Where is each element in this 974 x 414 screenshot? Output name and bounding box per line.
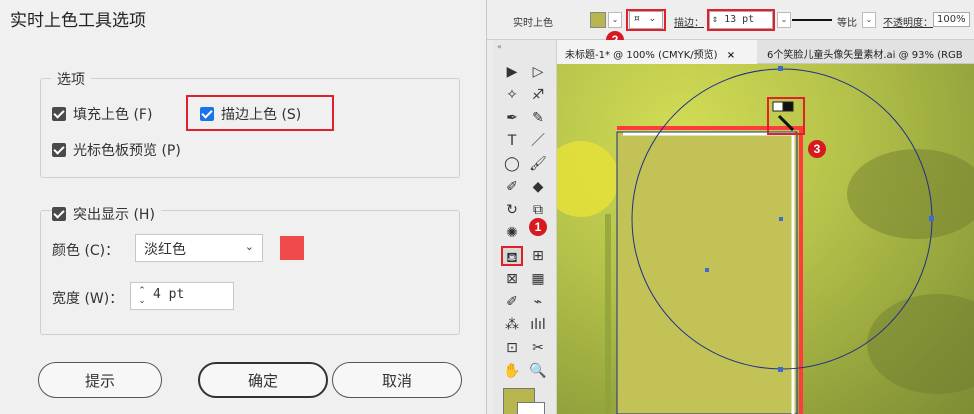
dialog-title: 实时上色工具选项 xyxy=(10,11,146,31)
blend-tool[interactable]: ⌁ xyxy=(527,292,549,312)
perspective-grid-tool[interactable]: ⊞ xyxy=(527,246,549,266)
opacity-label[interactable]: 不透明度： xyxy=(883,14,933,29)
column-graph-tool[interactable]: ılıl xyxy=(527,315,549,335)
paintbrush-tool[interactable]: 🖌 xyxy=(527,154,549,174)
highlight-color-swatch[interactable] xyxy=(280,236,304,260)
checkbox-checked-icon xyxy=(52,107,66,121)
tab-label: 6个笑脸儿童头像矢量素材.ai @ 93% (RGB xyxy=(767,50,963,61)
cursor-swatch-light xyxy=(772,101,784,112)
cursor-swatch-preview-label: 光标色板预览 (P) xyxy=(73,143,181,159)
fill-dropdown[interactable]: ⌄ xyxy=(608,12,622,28)
stroke-weight-dropdown[interactable]: ⌄ xyxy=(777,12,791,28)
cursor-swatch-dark xyxy=(782,101,794,112)
stroke-weight-label[interactable]: 描边： xyxy=(674,14,704,29)
color-label: 颜色 (C)： xyxy=(52,243,120,259)
tab-label: 未标题-1* @ 100% (CMYK/预览) xyxy=(565,50,718,61)
type-tool[interactable]: T xyxy=(501,131,523,151)
fill-paint-checkbox[interactable]: 填充上色 (F) xyxy=(52,104,152,124)
options-group-title: 选项 xyxy=(51,69,91,89)
stroke-profile-dropdown[interactable]: ⌄ xyxy=(862,12,876,28)
highlight-width-value: 4 pt xyxy=(153,287,185,302)
live-paint-bucket-tool[interactable]: ⛾ xyxy=(501,246,523,266)
step-badge-3: 3 xyxy=(808,140,826,158)
checkbox-checked-icon xyxy=(52,143,66,157)
anchor-point[interactable] xyxy=(929,216,934,221)
ellipse-tool[interactable]: ◯ xyxy=(501,154,523,174)
background-blur xyxy=(847,149,974,239)
scale-tool[interactable]: ⧉ xyxy=(527,200,549,220)
gradient-tool[interactable]: ▦ xyxy=(527,269,549,289)
center-point xyxy=(705,268,709,272)
eraser-tool[interactable]: ◆ xyxy=(527,177,549,197)
panel-collapse-icon[interactable]: « xyxy=(493,42,557,56)
line-tool[interactable]: ／ xyxy=(527,131,549,151)
direct-selection-tool[interactable]: ▷ xyxy=(527,62,549,82)
tips-button[interactable]: 提示 xyxy=(38,362,162,398)
chevron-down-icon: ⌄ xyxy=(244,240,254,253)
lasso-tool[interactable]: ♐ xyxy=(527,85,549,105)
curvature-tool[interactable]: ✎ xyxy=(527,108,549,128)
hand-tool[interactable]: ✋ xyxy=(501,361,523,381)
highlight-checkbox[interactable]: 突出显示 (H) xyxy=(52,204,161,224)
width-label: 宽度 (W)： xyxy=(52,291,124,307)
control-bar-title: 实时上色 xyxy=(513,18,553,29)
artboard-tool[interactable]: ⊡ xyxy=(501,338,523,358)
highlight-color-value: 淡红色 xyxy=(144,242,186,258)
magic-wand-tool[interactable]: ✧ xyxy=(501,85,523,105)
stroke-profile-preview xyxy=(792,19,832,21)
opacity-value[interactable]: 100% xyxy=(933,12,970,27)
fill-color-swatch[interactable] xyxy=(590,12,606,28)
artboard-canvas[interactable] xyxy=(557,64,974,414)
fill-paint-label: 填充上色 (F) xyxy=(73,107,153,123)
close-icon[interactable]: × xyxy=(727,50,735,61)
anchor-point[interactable] xyxy=(778,66,783,71)
dandelion-flower xyxy=(557,141,619,217)
checkbox-checked-icon xyxy=(52,207,66,221)
mesh-tool[interactable]: ⊠ xyxy=(501,269,523,289)
stroke-color-box[interactable] xyxy=(517,402,545,414)
tab-untitled-1[interactable]: 未标题-1* @ 100% (CMYK/预览) × xyxy=(557,40,757,64)
anchor-point[interactable] xyxy=(778,367,783,372)
stroke-swatch-highlight-box xyxy=(626,9,666,31)
puppet-warp-tool[interactable]: ✺ xyxy=(501,223,523,243)
pen-tool[interactable]: ✒ xyxy=(501,108,523,128)
highlight-color-select[interactable]: 淡红色 ⌄ xyxy=(135,234,263,262)
cursor-swatch-preview-checkbox[interactable]: 光标色板预览 (P) xyxy=(52,140,181,160)
live-paint-options-dialog: 实时上色工具选项 选项 填充上色 (F) 描边上色 (S) 光标色板预览 (P)… xyxy=(0,0,487,414)
stepper-arrows-icon[interactable]: ⌃ ⌄ xyxy=(137,286,147,306)
highlight-group xyxy=(40,210,460,335)
stroke-option-highlight-box xyxy=(186,95,334,131)
ok-button[interactable]: 确定 xyxy=(198,362,328,398)
tools-panel: « ▶▷✧♐✒✎T／◯🖌✐◆↻⧉✺⌗⛾⊞⊠▦✐⌁⁂ılıl⊡✂✋🔍 xyxy=(493,40,557,414)
background-blur xyxy=(867,294,974,394)
stroke-weight-highlight-box xyxy=(707,9,775,31)
tab-smiley-avatar-file[interactable]: 6个笑脸儿童头像矢量素材.ai @ 93% (RGB xyxy=(759,40,974,64)
center-point xyxy=(779,217,783,221)
selection-tool[interactable]: ▶ xyxy=(501,62,523,82)
step-badge-1: 1 xyxy=(529,218,547,236)
slice-tool[interactable]: ✂ xyxy=(527,338,549,358)
illustrator-window: 实时上色 ⌄ ¤ ⌄ 描边： ⇕ 13 pt ⌄ 等比 ⌄ 不透明度： 100%… xyxy=(487,0,974,414)
zoom-tool[interactable]: 🔍 xyxy=(527,361,549,381)
dandelion-stem xyxy=(605,214,611,414)
document-tabs: 未标题-1* @ 100% (CMYK/预览) × 6个笑脸儿童头像矢量素材.a… xyxy=(557,40,974,64)
artwork xyxy=(557,66,974,414)
symbol-sprayer-tool[interactable]: ⁂ xyxy=(501,315,523,335)
eyedropper-tool[interactable]: ✐ xyxy=(501,292,523,312)
cancel-button[interactable]: 取消 xyxy=(332,362,462,398)
control-bar: 实时上色 ⌄ ¤ ⌄ 描边： ⇕ 13 pt ⌄ 等比 ⌄ 不透明度： 100% xyxy=(487,0,974,40)
stroke-profile-label[interactable]: 等比 xyxy=(837,14,857,29)
highlight-label: 突出显示 (H) xyxy=(73,207,155,223)
highlight-width-stepper[interactable]: ⌃ ⌄ 4 pt xyxy=(130,282,234,310)
rotate-tool[interactable]: ↻ xyxy=(501,200,523,220)
live-paint-rectangle[interactable] xyxy=(616,131,798,414)
shaper-tool[interactable]: ✐ xyxy=(501,177,523,197)
